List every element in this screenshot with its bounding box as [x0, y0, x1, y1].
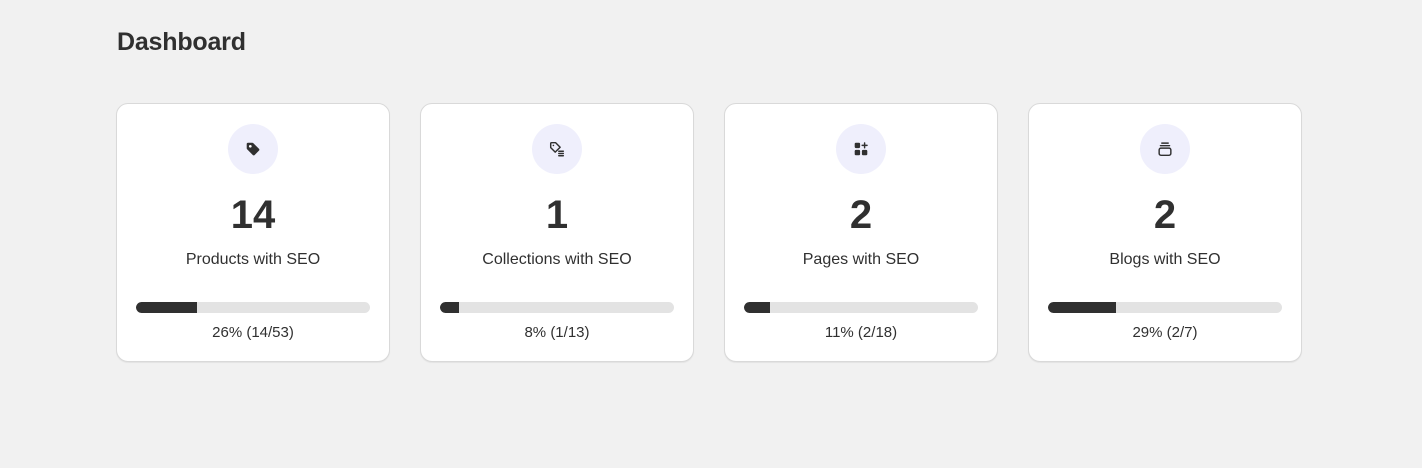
tag-icon	[228, 124, 278, 174]
products-seo-progress-bar	[136, 302, 370, 313]
page-add-grid-icon	[836, 124, 886, 174]
products-seo-count: 14	[230, 193, 276, 237]
blog-stack-icon	[1140, 124, 1190, 174]
collections-seo-progress-bar	[440, 302, 674, 313]
pages-seo-count: 2	[849, 193, 873, 237]
seo-stats-cards: 14 Products with SEO 26% (14/53) 1 Colle…	[116, 103, 1302, 362]
collections-seo-count: 1	[545, 193, 569, 237]
pages-seo-label: Pages with SEO	[802, 251, 920, 268]
products-seo-progress-text: 26% (14/53)	[212, 324, 294, 341]
collections-seo-progress-text: 8% (1/13)	[524, 324, 590, 341]
blogs-seo-progress-fill	[1048, 302, 1116, 313]
collections-seo-card: 1 Collections with SEO 8% (1/13)	[420, 103, 694, 362]
collections-seo-progress-fill	[440, 302, 459, 313]
pages-seo-progress-fill	[744, 302, 770, 313]
blogs-seo-label: Blogs with SEO	[1109, 251, 1221, 268]
collection-tag-list-icon	[532, 124, 582, 174]
products-seo-label: Products with SEO	[185, 251, 321, 268]
page-title: Dashboard	[117, 28, 246, 56]
pages-seo-progress-text: 11% (2/18)	[824, 324, 898, 341]
dashboard-page: Dashboard 14 Products with SEO 26% (14/5…	[0, 0, 1422, 468]
pages-seo-progress-bar	[744, 302, 978, 313]
blogs-seo-progress-bar	[1048, 302, 1282, 313]
blogs-seo-count: 2	[1153, 193, 1177, 237]
products-seo-progress-fill	[136, 302, 197, 313]
blogs-seo-progress-text: 29% (2/7)	[1132, 324, 1198, 341]
blogs-seo-card: 2 Blogs with SEO 29% (2/7)	[1028, 103, 1302, 362]
pages-seo-card: 2 Pages with SEO 11% (2/18)	[724, 103, 998, 362]
products-seo-card: 14 Products with SEO 26% (14/53)	[116, 103, 390, 362]
collections-seo-label: Collections with SEO	[482, 251, 632, 268]
